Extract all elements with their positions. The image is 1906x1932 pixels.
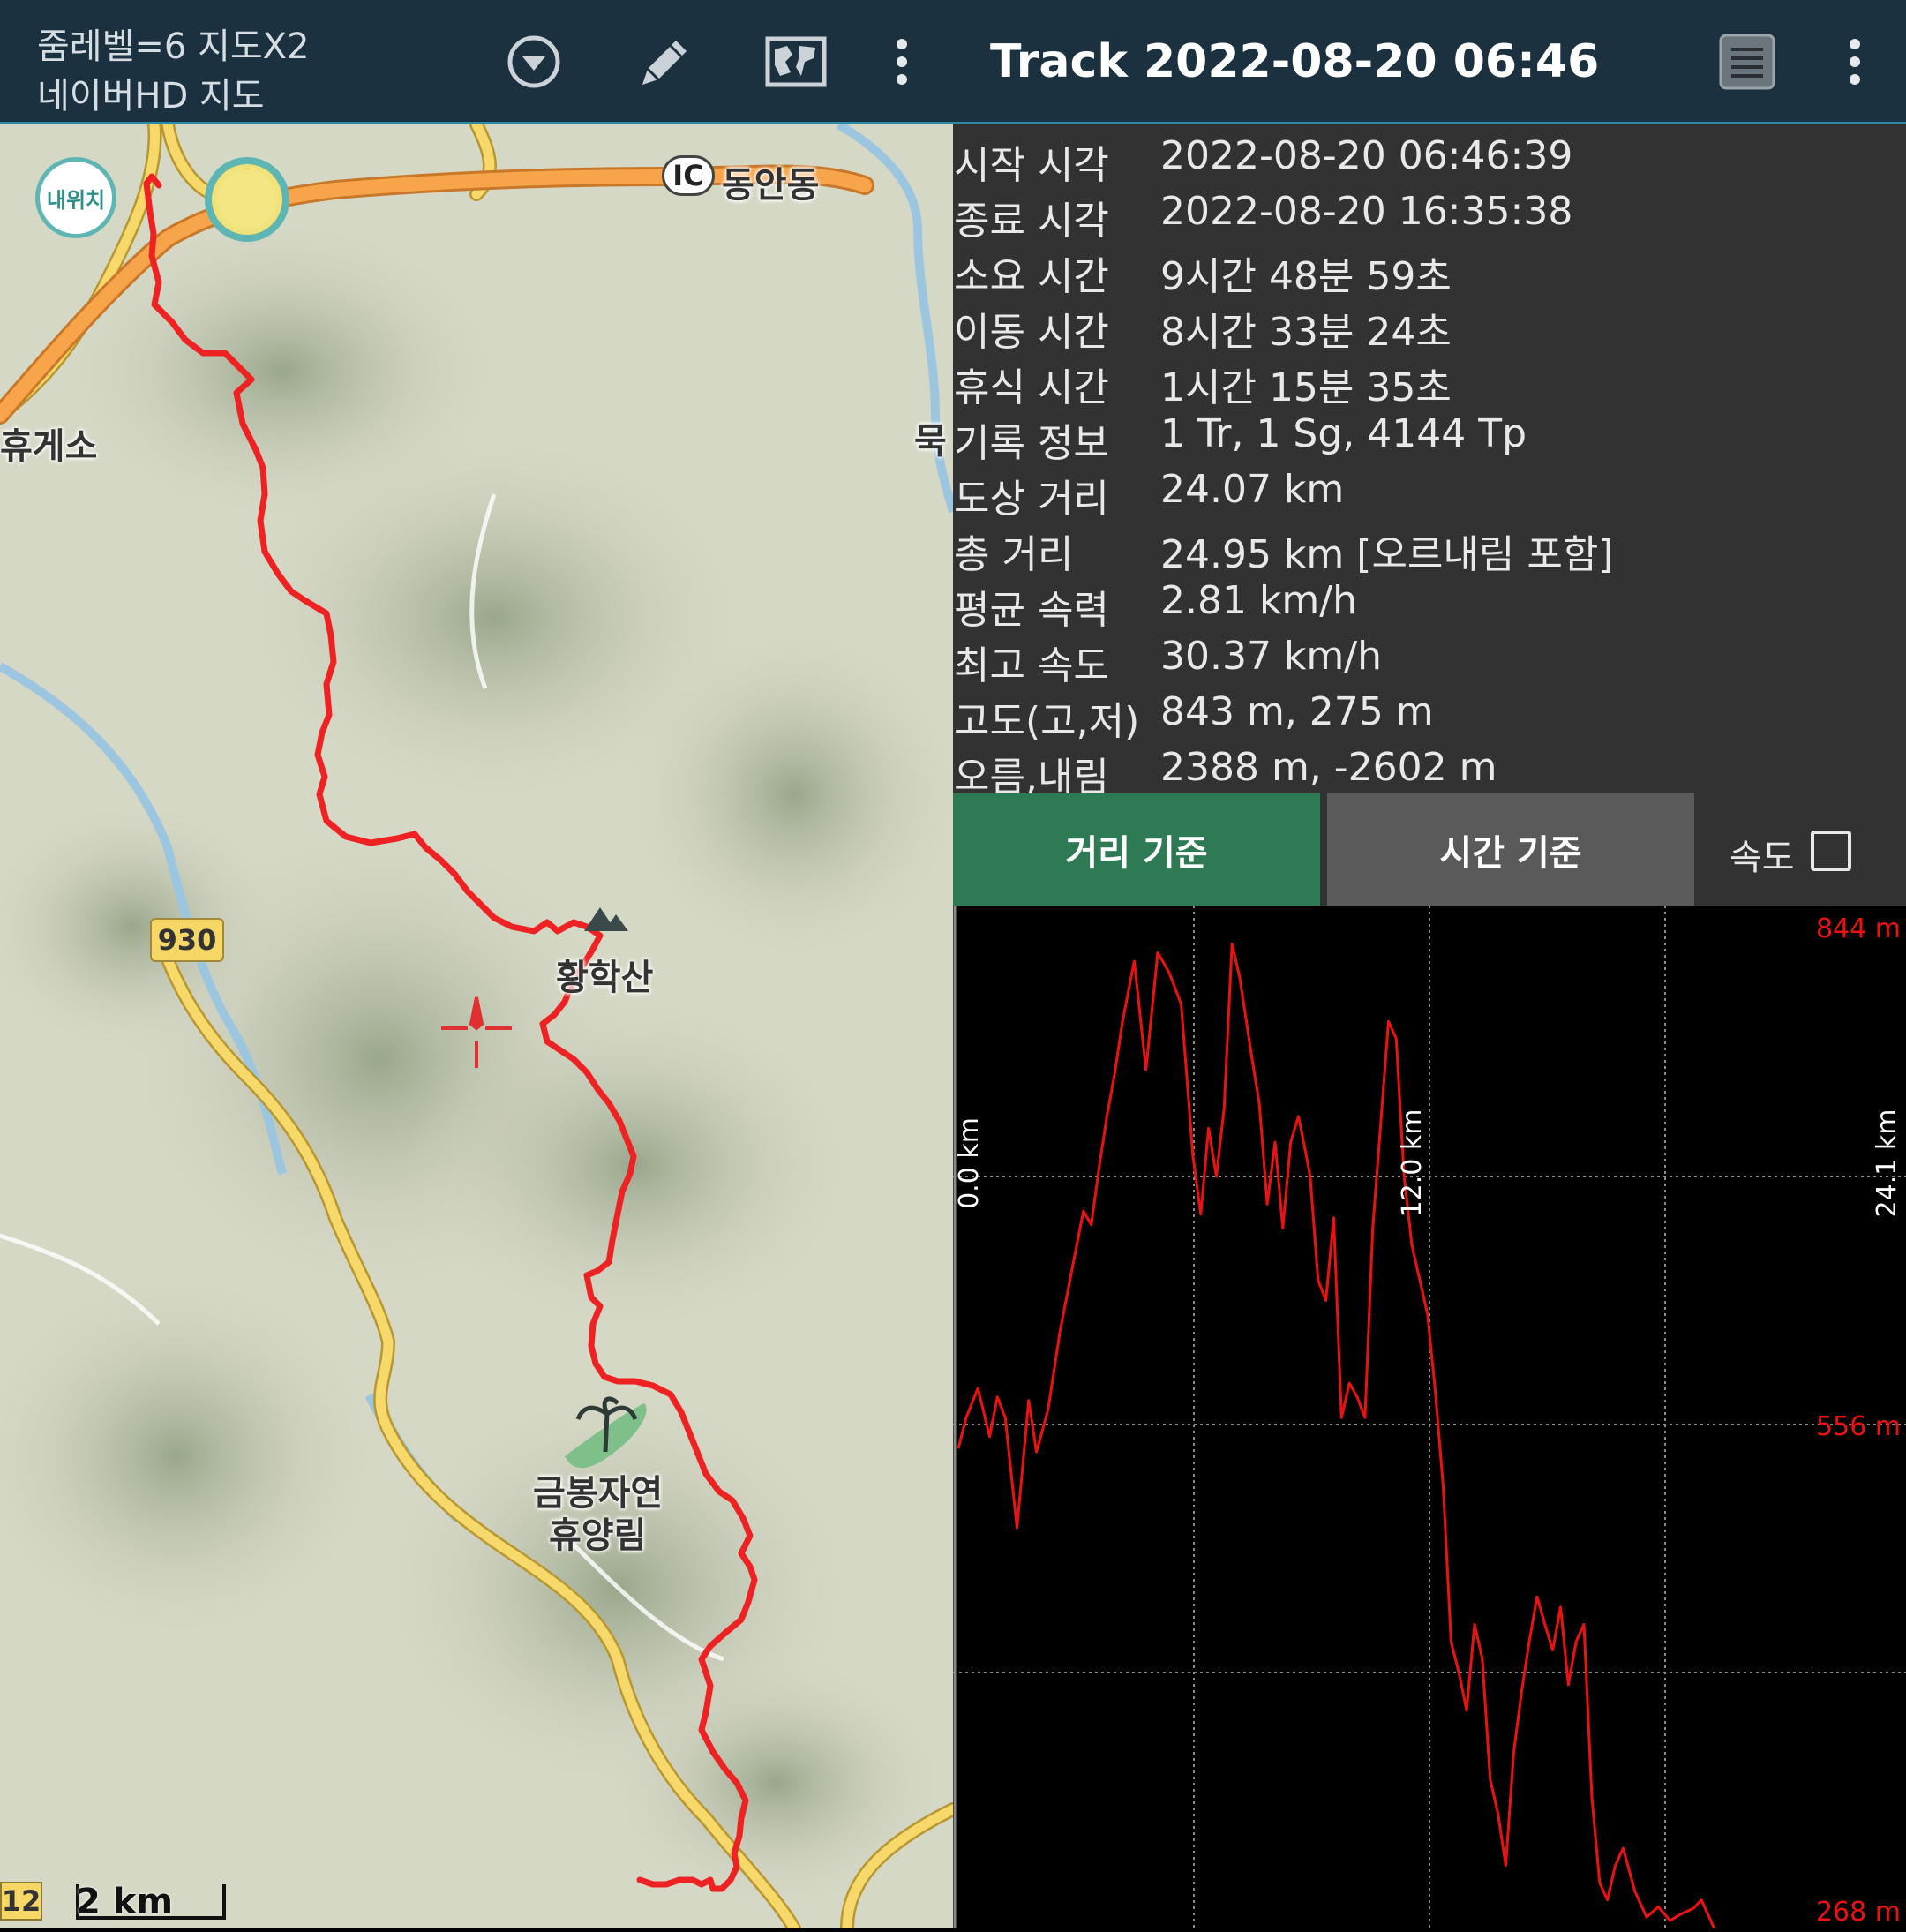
pencil-icon[interactable] [628, 26, 699, 97]
more-vert-icon[interactable] [1820, 26, 1890, 97]
speed-checkbox[interactable] [1811, 831, 1851, 871]
list-icon[interactable] [1712, 26, 1782, 97]
map-canvas [0, 124, 953, 1928]
stat-value: 2388 m, -2602 m [1160, 745, 1497, 790]
map-label-forest-line2: 휴양림 [549, 1515, 647, 1556]
zoom-level-text: 줌레벨=6 지도X2 [37, 26, 310, 67]
stat-label: 평균 속력 [954, 588, 1109, 633]
x-tick-label: 24.1 km [1872, 1109, 1902, 1218]
stat-value: 30.37 km/h [1160, 634, 1383, 679]
track-title: Track 2022-08-20 06:46 [990, 35, 1600, 88]
map-label-hwanghaksan: 황학산 [556, 958, 654, 998]
y-tick-label: 556 m [1816, 1411, 1901, 1442]
stat-value: 1 Tr, 1 Sg, 4144 Tp [1160, 411, 1527, 456]
y-tick-label: 844 m [1816, 913, 1901, 944]
map-label-muk: 묵 [914, 421, 947, 462]
stat-value: 9시간 48분 59초 [1160, 254, 1452, 299]
sun-icon [212, 164, 282, 235]
stat-label: 기록 정보 [954, 421, 1109, 466]
map-label-dongan: 동안동 [722, 165, 820, 206]
stat-label: 소요 시간 [954, 254, 1109, 299]
ic-badge: IC [662, 155, 715, 196]
elevation-chart-svg: 844 m 556 m 268 m 0.0 km 12.0 km 24.1 km [953, 906, 1906, 1932]
map-view[interactable]: 내위치 IC 동안동 휴게소 묵 황학산 금봉자연 휴양림 930 12 2 k… [0, 124, 953, 1928]
stat-value: 843 m, 275 m [1160, 689, 1434, 734]
stat-label: 도상 거리 [954, 477, 1109, 522]
stat-label: 총 거리 [954, 532, 1074, 577]
stat-label: 시작 시각 [954, 143, 1109, 188]
stat-label: 이동 시간 [954, 310, 1109, 355]
stat-value: 2.81 km/h [1160, 578, 1358, 623]
scale-label: 2 km [76, 1882, 174, 1922]
y-tick-label: 268 m [1816, 1897, 1901, 1928]
road-930-badge: 930 [150, 918, 224, 962]
stat-value: 1시간 15분 35초 [1160, 365, 1452, 410]
stat-label: 종료 시각 [954, 199, 1109, 244]
elevation-chart[interactable]: 844 m 556 m 268 m 0.0 km 12.0 km 24.1 km [953, 906, 1906, 1932]
map-label-rest-area: 휴게소 [0, 426, 98, 467]
tab-time[interactable]: 시간 기준 [1327, 793, 1694, 906]
stat-value: 24.07 km [1160, 467, 1345, 512]
top-app-bar: 줌레벨=6 지도X2 네이버HD 지도 Track 2022-08-20 06:… [0, 0, 1906, 124]
brightness-button[interactable] [205, 157, 289, 242]
stat-label: 최고 속도 [954, 643, 1109, 688]
tab-distance[interactable]: 거리 기준 [953, 793, 1320, 906]
speed-checkbox-label: 속도 [1730, 838, 1795, 878]
stat-label: 휴식 시간 [954, 365, 1109, 410]
x-tick-label: 12.0 km [1397, 1109, 1428, 1218]
stat-value: 2022-08-20 16:35:38 [1160, 189, 1573, 234]
chart-mode-tabs: 거리 기준 시간 기준 속도 [953, 793, 1906, 906]
stat-value: 24.95 km [오르내림 포함] [1160, 532, 1614, 577]
track-stats-panel: 시작 시각 2022-08-20 06:46:39 종료 시각 2022-08-20 … [953, 124, 1906, 800]
more-vert-icon[interactable] [867, 26, 937, 97]
map-source-text: 네이버HD 지도 [37, 76, 265, 117]
my-location-button[interactable]: 내위치 [35, 157, 116, 238]
road-12-badge: 12 [0, 1882, 42, 1921]
x-tick-label: 0.0 km [954, 1117, 985, 1209]
map-layer-icon[interactable] [761, 26, 831, 97]
stat-value: 2022-08-20 06:46:39 [1160, 133, 1573, 178]
dropdown-circle-icon[interactable] [499, 26, 569, 97]
stat-label: 고도(고,저) [954, 699, 1140, 744]
stat-value: 8시간 33분 24초 [1160, 310, 1452, 355]
